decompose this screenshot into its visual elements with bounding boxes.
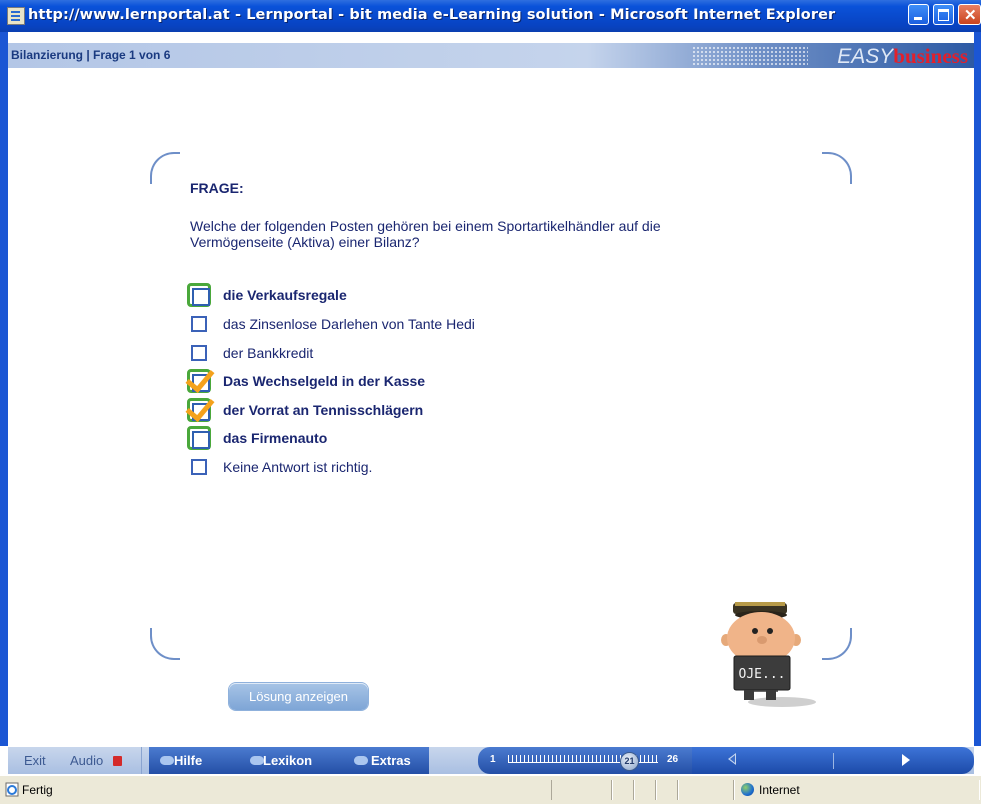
answer-option[interactable]: das Firmenauto	[187, 426, 747, 452]
extras-button[interactable]: Extras	[344, 747, 429, 774]
answer-label: der Bankkredit	[223, 345, 314, 361]
help-button[interactable]: Hilfe	[149, 747, 240, 774]
frame-corner-top-right	[822, 152, 852, 184]
close-icon: ✕	[964, 7, 977, 24]
show-solution-button[interactable]: Lösung anzeigen	[229, 683, 368, 710]
question-text: Welche der folgenden Posten gehören bei …	[190, 218, 661, 250]
maximize-button[interactable]	[933, 4, 954, 25]
close-button[interactable]: ✕	[958, 4, 981, 25]
pager-divider	[833, 753, 834, 769]
toolbar-divider	[141, 747, 142, 774]
breadcrumb: Bilanzierung | Frage 1 von 6	[11, 48, 171, 62]
answer-option[interactable]: die Verkaufsregale	[187, 283, 747, 309]
brand-logo: EASYbusiness	[837, 44, 968, 69]
answer-checkbox[interactable]	[187, 283, 211, 307]
answer-label: Keine Antwort ist richtig.	[223, 459, 373, 475]
page-progress-slider[interactable]: 1 21 26	[478, 747, 692, 774]
course-header: Bilanzierung | Frage 1 von 6 EASYbusines…	[8, 43, 974, 68]
speaker-icon[interactable]	[113, 756, 122, 766]
answer-option[interactable]: das Zinsenlose Darlehen von Tante Hedi	[187, 312, 747, 338]
lexicon-label: Lexikon	[263, 753, 313, 768]
course-toolbar: Exit Audio Hilfe Lexikon Extras 1 21 26	[8, 747, 974, 774]
brand-business: business	[893, 44, 968, 68]
pill-icon	[354, 756, 368, 765]
next-page-icon[interactable]	[902, 754, 910, 766]
pill-icon	[160, 756, 174, 765]
brand-easy: EASY	[837, 45, 894, 68]
status-cell	[677, 780, 735, 800]
progress-start-label: 1	[490, 754, 496, 765]
status-cell	[633, 780, 657, 800]
frame-corner-top-left	[150, 152, 180, 184]
status-cell	[611, 780, 635, 800]
answer-checkbox[interactable]	[187, 426, 211, 450]
status-text: Fertig	[22, 783, 53, 797]
window-border-right	[974, 32, 981, 746]
exit-button[interactable]: Exit	[24, 753, 46, 768]
answer-label: der Vorrat an Tennisschlägern	[223, 402, 424, 418]
question-label: FRAGE:	[190, 180, 244, 196]
answer-option[interactable]: Das Wechselgeld in der Kasse	[185, 362, 747, 395]
answer-label: das Zinsenlose Darlehen von Tante Hedi	[223, 316, 475, 332]
progress-knob[interactable]: 21	[620, 752, 639, 771]
mascot-sign-text: OJE...	[739, 667, 786, 682]
previous-page-icon[interactable]	[728, 753, 736, 765]
answer-option[interactable]: Keine Antwort ist richtig.	[187, 455, 747, 481]
browser-statusbar: Fertig Internet	[0, 775, 981, 804]
minimize-button[interactable]	[908, 4, 929, 25]
answer-option[interactable]: der Vorrat an Tennisschlägern	[185, 391, 747, 424]
progress-end-label: 26	[667, 754, 679, 765]
answer-label: Das Wechselgeld in der Kasse	[223, 373, 426, 389]
lexicon-button[interactable]: Lexikon	[240, 747, 344, 774]
answer-label: die Verkaufsregale	[223, 287, 347, 303]
audio-button[interactable]: Audio	[70, 753, 103, 768]
window-border-left	[0, 32, 8, 746]
answer-option[interactable]: der Bankkredit	[187, 341, 747, 367]
ie-page-icon	[7, 7, 25, 25]
frame-corner-bottom-left	[150, 628, 180, 660]
decor-dots-2	[750, 46, 808, 65]
window-titlebar: http://www.lernportal.at - Lernportal - …	[0, 0, 981, 32]
ie-page-icon	[5, 782, 19, 797]
status-cell	[655, 780, 679, 800]
answer-label: das Firmenauto	[223, 430, 328, 446]
pill-icon	[250, 756, 264, 765]
status-cell	[551, 780, 613, 800]
zone-text: Internet	[759, 783, 800, 797]
answer-checkbox[interactable]	[191, 316, 207, 332]
extras-label: Extras	[371, 753, 411, 768]
page-navigation	[692, 747, 974, 774]
answer-checkbox[interactable]	[191, 459, 207, 475]
decor-dots-1	[692, 46, 750, 65]
mascot-character: OJE...	[721, 602, 816, 707]
help-label: Hilfe	[174, 753, 203, 768]
answer-checkbox[interactable]	[191, 345, 207, 361]
window-title: http://www.lernportal.at - Lernportal - …	[28, 7, 836, 23]
globe-icon	[741, 783, 754, 796]
